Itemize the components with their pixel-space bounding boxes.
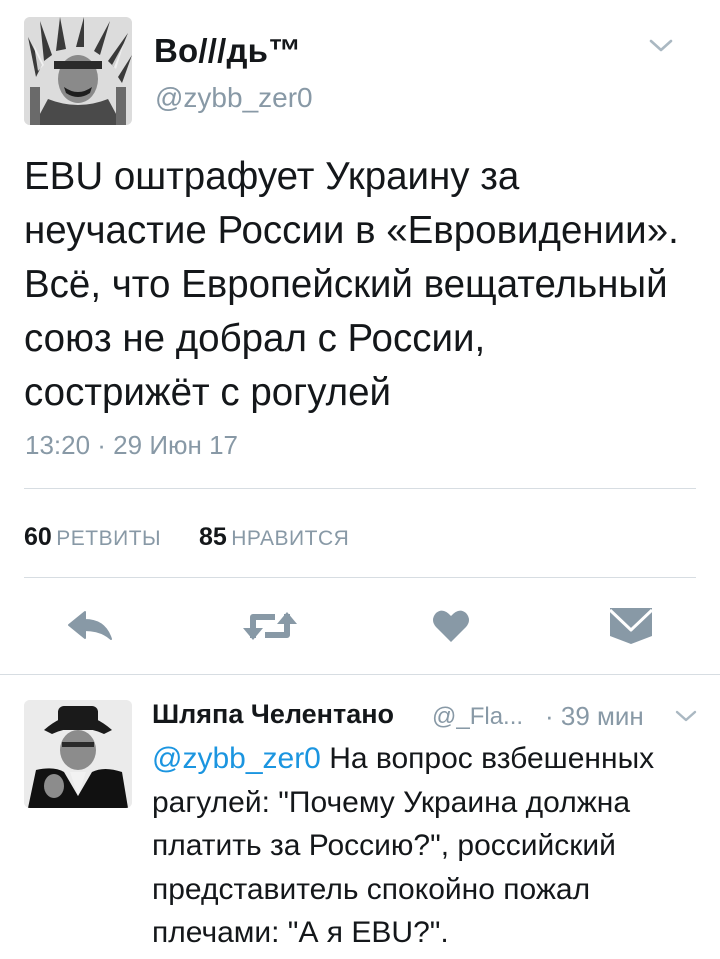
divider (24, 577, 696, 578)
author-avatar[interactable] (24, 17, 132, 125)
reply-mention-link[interactable]: @zybb_zer0 (152, 742, 321, 775)
retweet-button[interactable] (240, 606, 300, 646)
retweet-stats[interactable]: 60 РЕТВИТЫ (24, 523, 161, 552)
reply-button[interactable] (64, 606, 116, 646)
divider (0, 674, 720, 675)
tweet-timestamp[interactable]: 13:20 · 29 Июн 17 (25, 430, 238, 461)
tweet-text: EBU оштрафует Украину за неучастие Росси… (24, 155, 679, 414)
like-label: НРАВИТСЯ (231, 527, 350, 550)
like-count: 85 (199, 523, 227, 551)
retweet-label: РЕТВИТЫ (56, 527, 162, 550)
author-name[interactable]: Во///дь™ (154, 32, 301, 70)
envelope-icon (608, 608, 654, 644)
divider (24, 488, 696, 489)
like-button[interactable] (430, 606, 472, 646)
reply-timestamp[interactable]: · 39 мин (545, 701, 644, 732)
reply-icon (68, 611, 112, 640)
chevron-down-icon[interactable] (648, 36, 674, 56)
retweet-count: 60 (24, 523, 52, 551)
like-stats[interactable]: 85 НРАВИТСЯ (199, 523, 349, 552)
direct-message-button[interactable] (606, 606, 656, 646)
author-handle[interactable]: @zybb_zer0 (155, 82, 313, 114)
reply-author-avatar[interactable] (24, 700, 132, 808)
reply-author-handle[interactable]: @_Fla... (432, 703, 523, 731)
retweet-icon (243, 612, 297, 640)
reply-text: @zybb_zer0 На вопрос взбешенных рагулей:… (152, 737, 692, 955)
heart-icon (433, 610, 469, 642)
chevron-down-icon[interactable] (674, 708, 698, 726)
reply-author-name[interactable]: Шляпа Челентано (152, 699, 394, 730)
